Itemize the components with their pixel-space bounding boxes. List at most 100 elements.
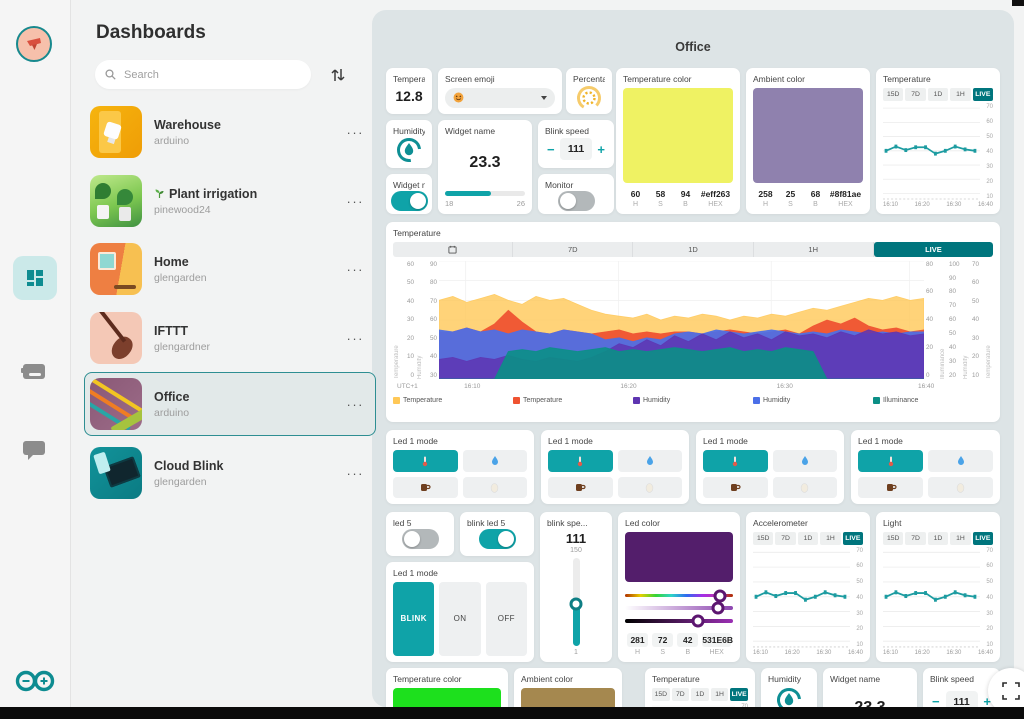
decrement-button[interactable]: − xyxy=(545,142,557,157)
mode-drop-button[interactable] xyxy=(618,450,683,472)
widget-percentage: Percenta... xyxy=(566,68,612,114)
tab-7d[interactable]: 7D xyxy=(905,88,925,101)
sidebar-item-dashboards[interactable] xyxy=(13,256,57,300)
sort-button[interactable] xyxy=(327,63,349,87)
x-axis: 16:1016:2016:3016:40 xyxy=(883,202,993,208)
hsb-values: 281H 72S 42B 531E6BHEX xyxy=(625,633,733,656)
devices-icon xyxy=(20,360,48,382)
tab-15d[interactable]: 15D xyxy=(652,688,670,701)
item-menu-button[interactable]: ··· xyxy=(341,397,371,412)
chart-range-tabs[interactable]: 15D 7D 1D 1H LIVE xyxy=(883,532,993,545)
widget-label: Humidity xyxy=(768,674,810,685)
brightness-slider[interactable] xyxy=(625,619,733,623)
arduino-logo xyxy=(13,668,57,699)
mode-egg-button[interactable] xyxy=(773,477,838,498)
tab-live[interactable]: LIVE xyxy=(874,242,993,257)
dashboard-item-cloud-blink[interactable]: Cloud Blink glengarden ··· xyxy=(84,441,376,505)
tab-15d[interactable]: 15D xyxy=(883,532,903,545)
item-menu-button[interactable]: ··· xyxy=(341,194,371,209)
led5-toggle[interactable] xyxy=(402,529,439,549)
dashboard-item-office-selected[interactable]: Office arduino ··· xyxy=(84,372,376,436)
tab-1h[interactable]: 1H xyxy=(711,688,729,701)
widget-label: Led 1 mode xyxy=(393,568,527,579)
mode-drop-button[interactable] xyxy=(463,450,528,472)
monitor-toggle[interactable] xyxy=(558,191,595,211)
mode-thermometer-button[interactable] xyxy=(548,450,613,472)
saturation-slider[interactable] xyxy=(625,606,733,610)
tab-1d[interactable]: 1D xyxy=(798,532,818,545)
slider-knob[interactable] xyxy=(711,602,724,615)
blink-button[interactable]: BLINK xyxy=(393,582,434,656)
dashboard-owner: arduino xyxy=(154,135,341,147)
widget-label: Led 1 mode xyxy=(703,436,837,447)
chart-range-tabs[interactable]: 7D 1D 1H LIVE xyxy=(393,242,993,257)
blink-led5-toggle[interactable] xyxy=(479,529,516,549)
widget-temperature-color: Temperature color 60H 58S 94B #eff263HEX xyxy=(616,68,740,214)
tab-1h[interactable]: 1H xyxy=(754,242,874,257)
tab-1d[interactable]: 1D xyxy=(691,688,709,701)
tab-7d[interactable]: 7D xyxy=(672,688,690,701)
widget-n-toggle[interactable] xyxy=(391,191,428,211)
item-menu-button[interactable]: ··· xyxy=(341,125,371,140)
chart-range-tabs[interactable]: 15D 7D 1D 1H LIVE xyxy=(883,88,993,101)
chart-range-tabs[interactable]: 15D 7D 1D 1H LIVE xyxy=(652,688,748,701)
profile-avatar[interactable] xyxy=(16,26,52,62)
mode-coffee-button[interactable] xyxy=(703,477,768,498)
mode-coffee-button[interactable] xyxy=(548,477,613,498)
tab-live[interactable]: LIVE xyxy=(973,532,993,545)
tab-live[interactable]: LIVE xyxy=(843,532,863,545)
widget-label: Led color xyxy=(625,518,733,529)
tab-7d[interactable]: 7D xyxy=(775,532,795,545)
tab-1d[interactable]: 1D xyxy=(928,532,948,545)
tab-7d[interactable]: 7D xyxy=(905,532,925,545)
dashboard-thumbnail xyxy=(90,175,142,227)
search-input[interactable] xyxy=(122,68,286,82)
vertical-slider[interactable] xyxy=(573,558,580,646)
emoji-dropdown[interactable] xyxy=(445,88,555,108)
mode-drop-button[interactable] xyxy=(928,450,993,472)
item-menu-button[interactable]: ··· xyxy=(341,331,371,346)
chart-range-tabs[interactable]: 15D 7D 1D 1H LIVE xyxy=(753,532,863,545)
mode-coffee-button[interactable] xyxy=(393,477,458,498)
mode-egg-button[interactable] xyxy=(928,477,993,498)
on-button[interactable]: ON xyxy=(439,582,480,656)
slider-knob[interactable] xyxy=(714,589,727,602)
slider-knob[interactable] xyxy=(570,597,583,610)
widget-humidity: Humidity xyxy=(386,120,432,168)
hue-slider[interactable] xyxy=(625,594,733,598)
tab-1h[interactable]: 1H xyxy=(950,88,970,101)
mode-egg-button[interactable] xyxy=(463,477,528,498)
dashboard-item-warehouse[interactable]: Warehouse arduino ··· xyxy=(84,100,376,164)
water-drop-icon xyxy=(956,455,966,467)
dashboard-owner: glengarden xyxy=(154,272,341,284)
tab-15d[interactable]: 15D xyxy=(883,88,903,101)
mode-drop-button[interactable] xyxy=(773,450,838,472)
tab-1d[interactable]: 1D xyxy=(633,242,753,257)
mode-egg-button[interactable] xyxy=(618,477,683,498)
sidebar-item-devices[interactable] xyxy=(20,360,48,382)
item-menu-button[interactable]: ··· xyxy=(341,262,371,277)
search-box[interactable] xyxy=(95,60,311,89)
mode-thermometer-button[interactable] xyxy=(858,450,923,472)
mode-thermometer-button[interactable] xyxy=(393,450,458,472)
decrement-button[interactable]: − xyxy=(930,694,942,707)
increment-button[interactable]: + xyxy=(595,142,607,157)
tab-7d[interactable]: 7D xyxy=(513,242,633,257)
dashboard-item-ifttt[interactable]: IFTTT glengardner ··· xyxy=(84,306,376,370)
mode-thermometer-button[interactable] xyxy=(703,450,768,472)
tab-live[interactable]: LIVE xyxy=(973,88,993,101)
tab-live[interactable]: LIVE xyxy=(730,688,748,701)
mode-coffee-button[interactable] xyxy=(858,477,923,498)
sidebar-item-chat[interactable] xyxy=(21,438,47,462)
tab-1h[interactable]: 1H xyxy=(820,532,840,545)
tab-15d[interactable]: 15D xyxy=(753,532,773,545)
tab-1h[interactable]: 1H xyxy=(950,532,970,545)
slider-knob[interactable] xyxy=(692,615,705,628)
off-button[interactable]: OFF xyxy=(486,582,527,656)
dashboard-item-plant-irrigation[interactable]: Plant irrigation pinewood24 ··· xyxy=(84,169,376,233)
tab-calendar[interactable] xyxy=(393,242,513,257)
tab-1d[interactable]: 1D xyxy=(928,88,948,101)
item-menu-button[interactable]: ··· xyxy=(341,466,371,481)
widget-label: Blink speed xyxy=(545,126,607,137)
dashboard-item-home[interactable]: Home glengarden ··· xyxy=(84,237,376,301)
